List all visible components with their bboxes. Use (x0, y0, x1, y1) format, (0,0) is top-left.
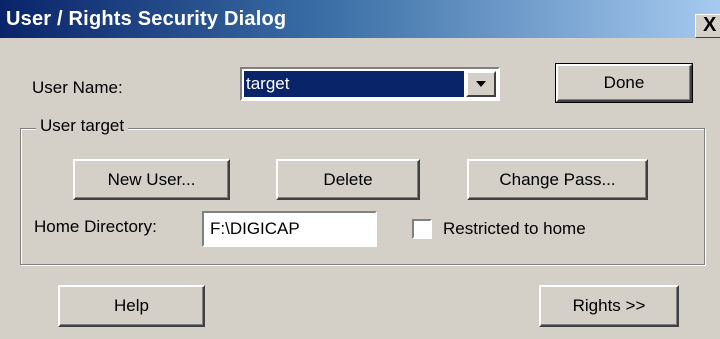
help-button[interactable]: Help (58, 285, 205, 327)
user-name-dropdown[interactable]: target (240, 67, 500, 101)
home-directory-input[interactable]: F:\DIGICAP (202, 211, 377, 247)
restricted-label[interactable]: Restricted to home (443, 219, 586, 239)
group-legend: User target (36, 116, 129, 136)
close-icon: X (703, 14, 717, 36)
change-pass-button-label: Change Pass... (499, 169, 616, 189)
chevron-down-icon (476, 81, 486, 87)
home-directory-label: Home Directory: (34, 217, 157, 236)
done-button[interactable]: Done (555, 63, 693, 103)
new-user-button[interactable]: New User... (73, 159, 230, 200)
close-button[interactable]: X (695, 14, 720, 38)
user-name-label: User Name: (32, 78, 123, 97)
help-button-label: Help (114, 296, 149, 315)
done-button-label: Done (603, 73, 645, 92)
title-bar[interactable]: User / Rights Security Dialog X (0, 0, 720, 38)
user-name-selected-value[interactable]: target (244, 71, 464, 97)
change-pass-button[interactable]: Change Pass... (467, 159, 648, 200)
dialog-title: User / Rights Security Dialog (6, 8, 287, 30)
dropdown-button[interactable] (466, 71, 496, 97)
security-dialog: User / Rights Security Dialog X User Nam… (0, 0, 720, 339)
rights-button-label: Rights >> (572, 296, 646, 315)
delete-button-label: Delete (323, 169, 373, 189)
restricted-checkbox[interactable] (412, 219, 432, 239)
rights-button[interactable]: Rights >> (539, 285, 679, 327)
new-user-button-label: New User... (107, 169, 196, 189)
delete-button[interactable]: Delete (276, 159, 420, 200)
